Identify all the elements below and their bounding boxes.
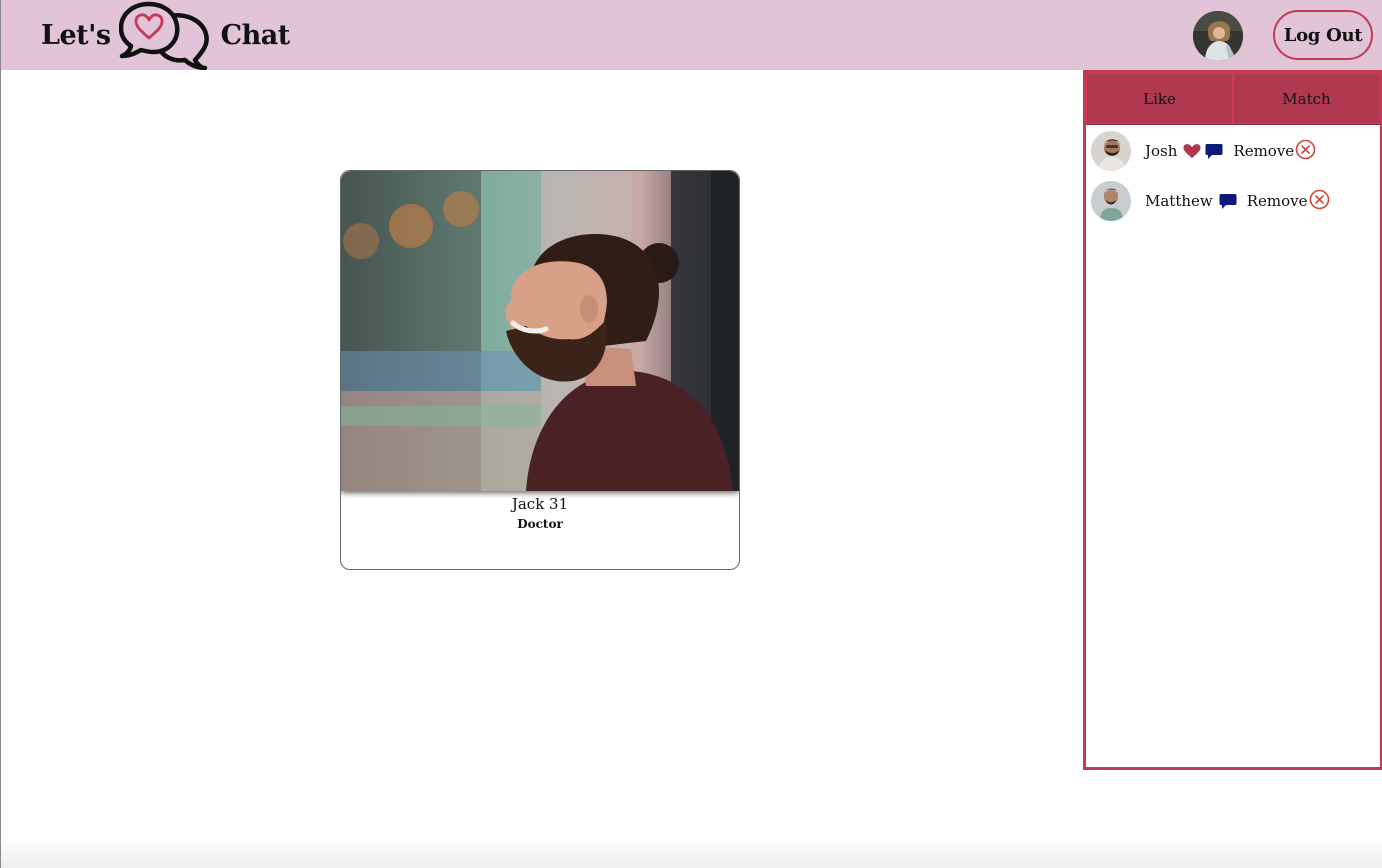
remove-button[interactable]: Remove <box>1233 142 1294 160</box>
user-avatar-image <box>1193 11 1243 61</box>
avatar-image <box>1091 131 1131 171</box>
avatar <box>1091 181 1131 221</box>
user-avatar[interactable] <box>1193 11 1243 61</box>
list-item[interactable]: Matthew Remove <box>1091 181 1330 221</box>
chat-icon[interactable] <box>1205 143 1223 160</box>
brand-logo-link[interactable]: Let's Chat <box>41 0 290 70</box>
brand-text-right: Chat <box>220 19 291 51</box>
bottom-edge-shadow <box>1 838 1382 868</box>
panel-tabs: Like Match <box>1086 73 1380 125</box>
log-out-button[interactable]: Log Out <box>1273 10 1373 60</box>
profile-card[interactable]: Jack 31 Doctor <box>340 170 740 570</box>
tab-like[interactable]: Like <box>1086 73 1233 124</box>
profile-photo-image <box>341 171 739 491</box>
heart-icon[interactable] <box>1183 143 1201 159</box>
tab-match[interactable]: Match <box>1233 73 1380 124</box>
brand-text-left: Let's <box>41 19 111 51</box>
list-item-name: Josh <box>1145 142 1178 160</box>
avatar-image <box>1091 181 1131 221</box>
profile-name-age: Jack 31 <box>511 495 569 513</box>
chat-icon[interactable] <box>1219 193 1237 210</box>
remove-button[interactable]: Remove <box>1247 192 1308 210</box>
profile-occupation: Doctor <box>517 517 563 531</box>
chat-heart-logo-icon <box>118 1 209 70</box>
app-page: Let's Chat Log Out Jack 31 Doctor Like M… <box>0 0 1382 868</box>
close-circle-icon[interactable] <box>1309 189 1330 210</box>
top-bar: Let's Chat Log Out <box>1 0 1382 70</box>
list-item[interactable]: Josh Remove <box>1091 131 1316 171</box>
likes-matches-panel: Like Match Josh Remove Matthew Remove <box>1083 70 1382 770</box>
profile-photo <box>341 171 739 491</box>
avatar <box>1091 131 1131 171</box>
close-circle-icon[interactable] <box>1295 139 1316 160</box>
list-item-name: Matthew <box>1145 192 1213 210</box>
